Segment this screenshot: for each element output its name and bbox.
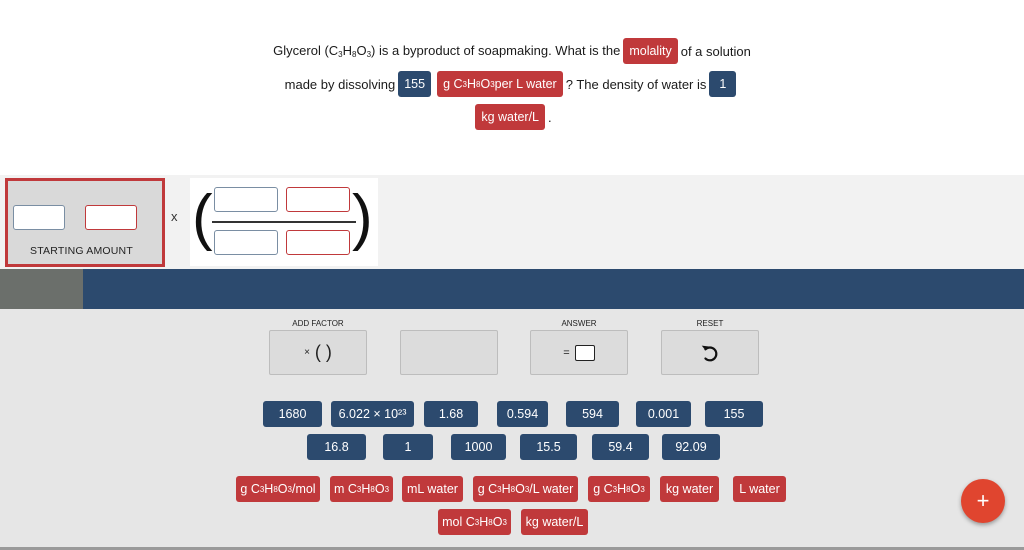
unit-tile[interactable]: kg water	[660, 476, 719, 502]
question-period: .	[548, 109, 552, 125]
reset-label: RESET	[696, 319, 724, 328]
number-tile[interactable]: 0.001	[636, 401, 691, 427]
number-tile[interactable]: 1.68	[424, 401, 478, 427]
question-text-3: ? The density of water is	[565, 76, 707, 92]
unit-tile[interactable]: g C 3 H 8 O 3/L water	[473, 476, 578, 502]
denominator-value-slot[interactable]	[214, 230, 278, 255]
unit-chip-kg-water-per-l: kg water/L	[475, 104, 546, 130]
question-line-3: kg water/L .	[0, 104, 1024, 130]
multiply-sign: x	[171, 209, 178, 224]
number-tile[interactable]: 92.09	[662, 434, 720, 460]
value-chip-155: 155	[398, 71, 432, 97]
question-panel: Glycerol (C3H8O3) is a byproduct of soap…	[0, 0, 1024, 175]
denominator-unit-slot[interactable]	[286, 230, 350, 255]
number-tile[interactable]: 1	[383, 434, 433, 460]
number-tile[interactable]: 15.5	[520, 434, 577, 460]
add-factor-button[interactable]: × ( )	[269, 330, 367, 375]
number-tile[interactable]: 16.8	[307, 434, 366, 460]
question-text-end: of a solution	[680, 43, 751, 59]
left-paren: (	[192, 183, 213, 252]
numerator-value-slot[interactable]	[214, 187, 278, 212]
conversion-factor-panel: ( )	[190, 178, 378, 266]
number-tile[interactable]: 0.594	[497, 401, 548, 427]
unit-tile[interactable]: kg water/L	[521, 509, 588, 535]
unit-chip-g-per-l: g C3H8O3 per L water	[437, 71, 563, 97]
number-tile[interactable]: 6.022 × 10²³	[331, 401, 414, 427]
value-chip-1: 1	[709, 71, 737, 97]
reset-button[interactable]	[661, 330, 759, 375]
molality-chip: molality	[623, 38, 678, 64]
starting-value-slot[interactable]	[13, 205, 65, 230]
unit-tile[interactable]: m C3H8O3	[330, 476, 393, 502]
question-line-1: Glycerol (C3H8O3) is a byproduct of soap…	[0, 38, 1024, 64]
unit-tile[interactable]: g C 3 H 8 O 3/mol	[236, 476, 320, 502]
starting-amount-label: STARTING AMOUNT	[30, 245, 133, 257]
unit-tile[interactable]: g C3H8O3	[588, 476, 650, 502]
number-tile[interactable]: 155	[705, 401, 763, 427]
fraction-line	[212, 221, 356, 223]
starting-unit-slot[interactable]	[85, 205, 137, 230]
number-tile[interactable]: 594	[566, 401, 619, 427]
unit-tile[interactable]: mol C3H8O3	[438, 509, 511, 535]
question-line-2: made by dissolving 155 g C3H8O3 per L wa…	[0, 71, 1024, 97]
answer-label: ANSWER	[561, 319, 597, 328]
starting-amount-panel[interactable]: STARTING AMOUNT	[5, 178, 165, 267]
parens-glyph: ( )	[314, 342, 332, 362]
blank-box	[400, 330, 498, 375]
numerator-unit-slot[interactable]	[286, 187, 350, 212]
controls-panel	[0, 309, 1024, 550]
add-fab-button[interactable]: +	[961, 479, 1005, 523]
question-text-2: made by dissolving	[284, 76, 396, 92]
answer-button[interactable]: =	[530, 330, 628, 375]
add-factor-label: ADD FACTOR	[292, 319, 344, 328]
toolbar-bar	[83, 269, 1024, 309]
right-paren: )	[352, 183, 373, 252]
progress-bar-left	[0, 269, 83, 309]
question-text: Glycerol (C3H8O3) is a byproduct of soap…	[273, 43, 621, 59]
undo-arrow-icon	[701, 345, 718, 361]
number-tile[interactable]: 1000	[451, 434, 506, 460]
number-tile[interactable]: 1680	[263, 401, 322, 427]
times-glyph: ×	[304, 347, 310, 358]
unit-tile[interactable]: L water	[733, 476, 786, 502]
equals-glyph: =	[563, 346, 570, 359]
answer-slot-icon	[574, 344, 595, 361]
unit-tile[interactable]: mL water	[402, 476, 463, 502]
number-tile[interactable]: 59.4	[592, 434, 649, 460]
